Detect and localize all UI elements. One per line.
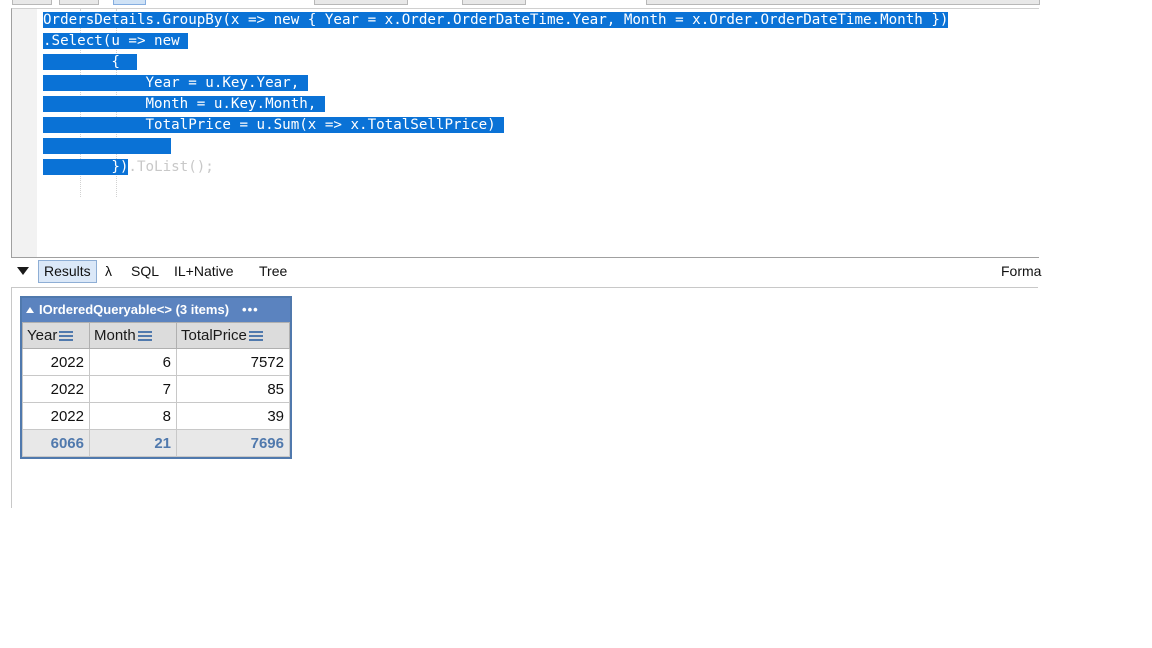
- code-line: Month = u.Key.Month,: [43, 94, 948, 115]
- code-selection: }): [43, 159, 129, 175]
- totals-row: 6066 21 7696: [22, 429, 290, 457]
- code-selection: .Select(u => new: [43, 33, 189, 49]
- results-panel-border: [11, 288, 12, 508]
- tab-results[interactable]: Results: [38, 260, 97, 283]
- code-unselected: .ToList();: [128, 159, 214, 175]
- results-table: Year Month TotalPrice 2022 6 7572 2022 7…: [22, 322, 290, 457]
- column-header-label: Month: [94, 327, 136, 344]
- tab-il-native[interactable]: IL+Native: [174, 261, 234, 282]
- tab-tree[interactable]: Tree: [259, 261, 287, 282]
- cell-year: 2022: [22, 375, 90, 403]
- code-text[interactable]: OrdersDetails.GroupBy(x => new { Year = …: [43, 10, 949, 178]
- table-row: 2022 8 39: [22, 402, 290, 430]
- collapse-up-icon[interactable]: [26, 307, 34, 313]
- table-row: 2022 6 7572: [22, 348, 290, 376]
- code-selection: Month = u.Key.Month,: [43, 96, 325, 112]
- code-editor[interactable]: OrdersDetails.GroupBy(x => new { Year = …: [11, 8, 1039, 258]
- cell-year: 2022: [22, 348, 90, 376]
- total-month: 21: [89, 429, 177, 457]
- code-selection: OrdersDetails.GroupBy(x => new { Year = …: [43, 12, 949, 28]
- tab-lambda[interactable]: λ: [105, 261, 112, 282]
- cell-year: 2022: [22, 402, 90, 430]
- table-row: 2022 7 85: [22, 375, 290, 403]
- column-header-totalprice[interactable]: TotalPrice: [176, 322, 290, 349]
- cell-totalprice: 39: [176, 402, 290, 430]
- column-header-label: Year: [27, 327, 58, 344]
- code-selection: TotalPrice = u.Sum(x => x.TotalSellPrice…: [43, 117, 505, 133]
- code-selection: {: [43, 54, 137, 70]
- column-header-label: TotalPrice: [181, 327, 247, 344]
- column-menu-icon[interactable]: [59, 329, 74, 343]
- grid-header[interactable]: IOrderedQueryable<> (3 items) •••: [22, 298, 290, 322]
- collapse-panel-icon[interactable]: [17, 267, 29, 275]
- column-header-year[interactable]: Year: [22, 322, 90, 349]
- cell-month: 8: [89, 402, 177, 430]
- column-menu-icon[interactable]: [137, 329, 152, 343]
- table-header-row: Year Month TotalPrice: [22, 322, 290, 349]
- editor-gutter: [12, 9, 37, 257]
- toolbar-edge-segment: [314, 0, 408, 5]
- toolbar-edge-segment: [59, 0, 99, 5]
- tabs-divider: [11, 287, 1038, 288]
- code-line: Year = u.Key.Year,: [43, 73, 948, 94]
- total-totalprice: 7696: [176, 429, 290, 457]
- more-options-icon[interactable]: •••: [242, 298, 259, 322]
- total-year: 6066: [22, 429, 90, 457]
- code-selection: Year = u.Key.Year,: [43, 75, 308, 91]
- column-menu-icon[interactable]: [248, 329, 263, 343]
- cell-month: 7: [89, 375, 177, 403]
- code-line: TotalPrice = u.Sum(x => x.TotalSellPrice…: [43, 115, 948, 136]
- code-line: OrdersDetails.GroupBy(x => new { Year = …: [43, 10, 949, 31]
- output-tabs: Results λ SQL IL+Native Tree Forma: [11, 260, 1041, 286]
- column-header-month[interactable]: Month: [89, 322, 177, 349]
- results-grid: IOrderedQueryable<> (3 items) ••• Year M…: [20, 296, 292, 459]
- toolbar-edge-segment: [646, 0, 1040, 5]
- code-line: {: [43, 52, 948, 73]
- code-line: }).ToList();: [43, 157, 948, 178]
- toolbar-edge-segment: [462, 0, 526, 5]
- format-menu[interactable]: Forma: [1001, 261, 1041, 282]
- code-line: .Select(u => new: [43, 31, 948, 52]
- top-toolbar-edge: [0, 0, 1040, 8]
- code-selection: [43, 138, 172, 154]
- cell-totalprice: 85: [176, 375, 290, 403]
- cell-month: 6: [89, 348, 177, 376]
- cell-totalprice: 7572: [176, 348, 290, 376]
- toolbar-edge-segment: [113, 0, 146, 5]
- code-line: [43, 136, 948, 157]
- tab-sql[interactable]: SQL: [131, 261, 159, 282]
- toolbar-edge-segment: [12, 0, 52, 5]
- grid-title: IOrderedQueryable<> (3 items): [39, 302, 230, 317]
